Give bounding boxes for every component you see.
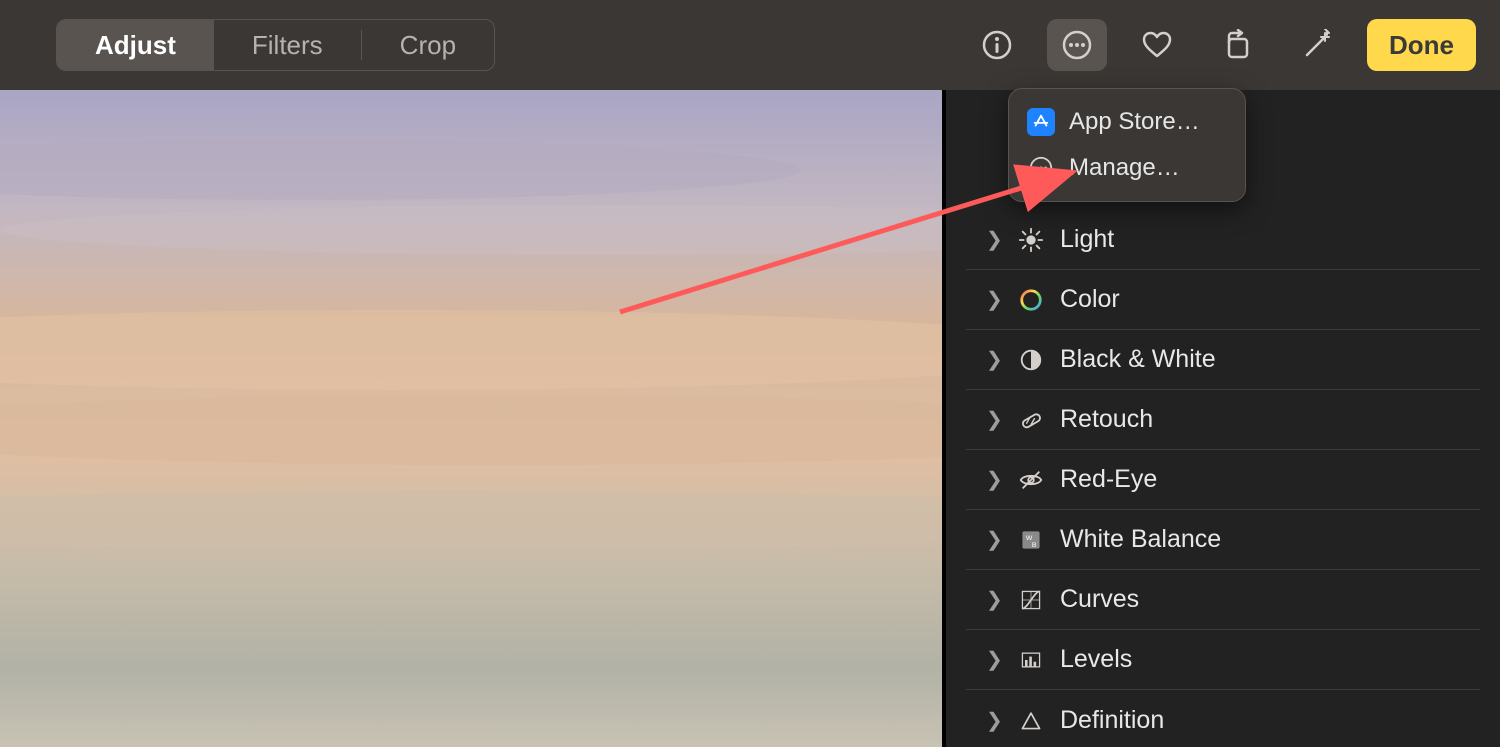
popover-item-label: App Store… (1069, 108, 1200, 136)
popover-item-manage[interactable]: Manage… (1009, 145, 1245, 191)
adjust-row-label: White Balance (1060, 525, 1221, 554)
toolbar-tools: Done (967, 19, 1476, 71)
adjust-row-definition[interactable]: ❯ Definition (966, 690, 1480, 747)
tab-adjust[interactable]: Adjust (57, 20, 214, 70)
popover-item-label: Manage… (1069, 154, 1180, 182)
more-icon (1061, 29, 1093, 61)
photo-preview (0, 90, 942, 747)
appstore-icon (1027, 108, 1055, 136)
definition-icon (1016, 705, 1046, 735)
chevron-right-icon: ❯ (986, 347, 1002, 372)
adjust-row-label: Red-Eye (1060, 465, 1157, 494)
adjust-sidebar: App Store… Manage… ❯ Light ❯ Color ❯ Bla… (942, 90, 1500, 747)
wand-icon (1301, 29, 1333, 61)
retouch-icon (1016, 405, 1046, 435)
image-canvas[interactable] (0, 90, 942, 747)
heart-icon (1141, 29, 1173, 61)
adjust-row-white-balance[interactable]: ❯ WB White Balance (966, 510, 1480, 570)
chevron-right-icon: ❯ (986, 287, 1002, 312)
auto-enhance-button[interactable] (1287, 19, 1347, 71)
adjust-row-retouch[interactable]: ❯ Retouch (966, 390, 1480, 450)
mode-segmented-control: Adjust Filters Crop (56, 19, 495, 71)
chevron-right-icon: ❯ (986, 647, 1002, 672)
chevron-right-icon: ❯ (986, 227, 1002, 252)
adjust-row-levels[interactable]: ❯ Levels (966, 630, 1480, 690)
adjust-row-light[interactable]: ❯ Light (966, 210, 1480, 270)
bw-icon (1016, 345, 1046, 375)
light-icon (1016, 225, 1046, 255)
chevron-right-icon: ❯ (986, 407, 1002, 432)
adjust-row-label: Levels (1060, 645, 1132, 674)
adjust-row-label: Color (1060, 285, 1120, 314)
chevron-right-icon: ❯ (986, 708, 1002, 733)
info-icon (981, 29, 1013, 61)
svg-text:W: W (1026, 535, 1033, 542)
color-icon (1016, 285, 1046, 315)
rotate-button[interactable] (1207, 19, 1267, 71)
adjust-row-label: Curves (1060, 585, 1139, 614)
adjust-row-label: Black & White (1060, 345, 1216, 374)
chevron-right-icon: ❯ (986, 467, 1002, 492)
toolbar: Adjust Filters Crop Done (0, 0, 1500, 90)
content-area: App Store… Manage… ❯ Light ❯ Color ❯ Bla… (0, 90, 1500, 747)
adjust-row-color[interactable]: ❯ Color (966, 270, 1480, 330)
tab-filters[interactable]: Filters (214, 20, 361, 70)
svg-text:B: B (1032, 541, 1037, 548)
chevron-right-icon: ❯ (986, 587, 1002, 612)
levels-icon (1016, 645, 1046, 675)
adjust-row-label: Definition (1060, 706, 1164, 735)
white-balance-icon: WB (1016, 525, 1046, 555)
more-button[interactable] (1047, 19, 1107, 71)
adjust-row-bw[interactable]: ❯ Black & White (966, 330, 1480, 390)
info-button[interactable] (967, 19, 1027, 71)
more-popover: App Store… Manage… (1008, 88, 1246, 202)
rotate-icon (1221, 29, 1253, 61)
redeye-icon (1016, 465, 1046, 495)
adjust-row-curves[interactable]: ❯ Curves (966, 570, 1480, 630)
adjust-row-label: Retouch (1060, 405, 1153, 434)
adjust-row-label: Light (1060, 225, 1114, 254)
curves-icon (1016, 585, 1046, 615)
favorite-button[interactable] (1127, 19, 1187, 71)
done-button[interactable]: Done (1367, 19, 1476, 71)
tab-crop[interactable]: Crop (362, 20, 494, 70)
chevron-right-icon: ❯ (986, 527, 1002, 552)
popover-item-appstore[interactable]: App Store… (1009, 99, 1245, 145)
more-circle-icon (1027, 154, 1055, 182)
adjust-row-redeye[interactable]: ❯ Red-Eye (966, 450, 1480, 510)
